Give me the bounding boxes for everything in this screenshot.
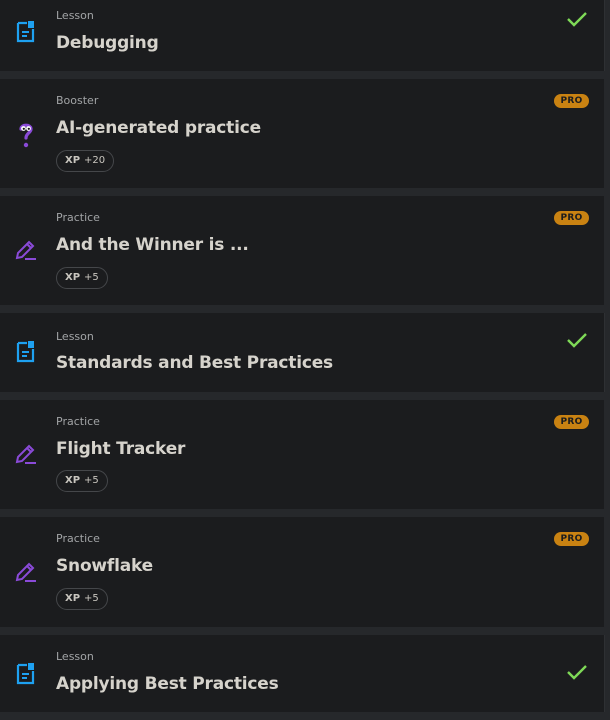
lesson-doc-icon (14, 20, 38, 44)
item-type-label: Lesson (56, 650, 94, 663)
lesson-doc-icon (14, 662, 38, 686)
pro-badge: PRO (554, 94, 589, 108)
xp-label: XP (65, 593, 81, 604)
list-item-practice[interactable]: Practice And the Winner is ... XP +5 PRO (0, 196, 604, 305)
xp-badge: XP +5 (56, 267, 108, 289)
list-item-lesson[interactable]: Lesson Standards and Best Practices (0, 313, 605, 392)
list-item-practice[interactable]: Practice Snowflake XP +5 PRO (0, 517, 604, 627)
item-type-label: Practice (56, 211, 100, 224)
list-item-lesson[interactable]: Lesson Applying Best Practices (0, 635, 605, 712)
xp-badge: XP +5 (56, 470, 108, 492)
pencil-edit-icon (14, 442, 38, 466)
item-title: AI-generated practice (56, 118, 261, 138)
xp-badge: XP +5 (56, 588, 108, 610)
list-item-practice[interactable]: Practice Flight Tracker XP +5 PRO (0, 400, 604, 509)
item-title: Flight Tracker (56, 439, 186, 459)
lesson-doc-icon (14, 340, 38, 364)
pro-badge: PRO (554, 211, 589, 225)
xp-value: +5 (84, 593, 99, 604)
question-mark-icon (14, 121, 38, 148)
pencil-edit-icon (14, 238, 38, 262)
item-title: Snowflake (56, 556, 154, 576)
item-type-label: Lesson (56, 330, 94, 343)
checkmark-icon (566, 663, 588, 681)
xp-value: +5 (84, 475, 99, 486)
item-type-label: Practice (56, 532, 100, 545)
pro-badge: PRO (554, 532, 589, 546)
item-title: And the Winner is ... (56, 235, 249, 255)
list-item-lesson[interactable]: Lesson Debugging (0, 0, 605, 71)
item-type-label: Booster (56, 94, 99, 107)
xp-value: +20 (84, 155, 106, 166)
list-item-booster[interactable]: Booster AI-generated practice XP +20 PRO (0, 79, 604, 188)
xp-value: +5 (84, 272, 99, 283)
checkmark-icon (566, 10, 588, 28)
pro-badge: PRO (554, 415, 589, 429)
pencil-edit-icon (14, 560, 38, 584)
item-title: Applying Best Practices (56, 674, 279, 694)
xp-badge: XP +20 (56, 150, 115, 172)
xp-label: XP (65, 272, 81, 283)
checkmark-icon (566, 331, 588, 349)
item-type-label: Lesson (56, 9, 94, 22)
xp-label: XP (65, 155, 81, 166)
xp-label: XP (65, 475, 81, 486)
item-title: Debugging (56, 33, 159, 53)
item-type-label: Practice (56, 415, 100, 428)
item-title: Standards and Best Practices (56, 353, 333, 373)
